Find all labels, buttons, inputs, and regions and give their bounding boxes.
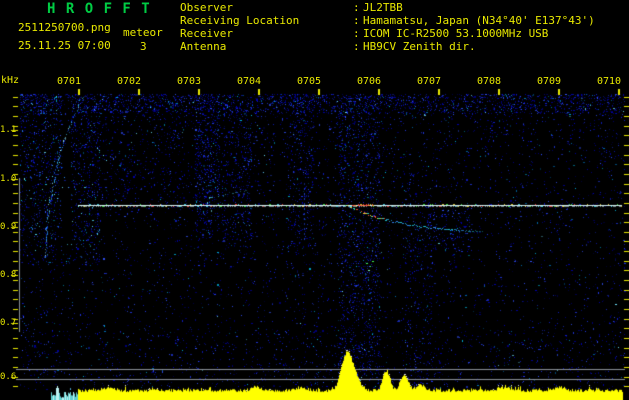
time-label-0705: 0705 (296, 76, 322, 87)
time-label-0708: 0708 (476, 76, 502, 87)
app-title: H R O F F T (47, 1, 151, 17)
freq-axis-unit-label: kHz (1, 75, 20, 86)
info-label-receiver: Receiver (180, 27, 233, 40)
mode-label: meteor (123, 26, 163, 39)
freq-label-0.7: 0.7 (0, 318, 17, 328)
info-colon: : (353, 1, 360, 14)
freq-label-1.1: 1.1 (0, 125, 17, 135)
time-label-0710: 0710 (596, 76, 622, 87)
time-label-0709: 0709 (536, 76, 562, 87)
time-label-0707: 0707 (416, 76, 442, 87)
freq-label-0.9: 0.9 (0, 222, 17, 232)
time-label-0706: 0706 (356, 76, 382, 87)
info-value-observer: JL2TBB (363, 1, 403, 14)
spectrogram-canvas (0, 0, 629, 400)
info-label-observer: Observer (180, 1, 233, 14)
info-label-location: Receiving Location (180, 14, 300, 27)
time-label-0702: 0702 (116, 76, 142, 87)
station-info-block: Observer: JL2TBB Receiving Location: Hamama… (180, 1, 595, 53)
time-label-0703: 0703 (176, 76, 202, 87)
info-colon: : (353, 14, 360, 27)
info-row-receiver: Receiver: ICOM IC-R2500 53.1000MHz USB (180, 27, 595, 40)
time-label-0704: 0704 (236, 76, 262, 87)
observation-datetime: 25.11.25 07:00 (18, 39, 111, 52)
info-colon: : (353, 40, 360, 53)
time-label-0701: 0701 (56, 76, 82, 87)
info-label-antenna: Antenna (180, 40, 227, 53)
info-row-antenna: Antenna: HB9CV Zenith dir. (180, 40, 595, 53)
freq-label-0.6: 0.6 (0, 372, 17, 382)
freq-label-0.8: 0.8 (0, 270, 17, 280)
info-value-location: Hamamatsu, Japan (N34°40' E137°43') (363, 14, 595, 27)
info-row-observer: Observer: JL2TBB (180, 1, 595, 14)
info-colon: : (353, 27, 360, 40)
meteor-count: 3 (140, 40, 147, 53)
info-value-antenna: HB9CV Zenith dir. (363, 40, 476, 53)
info-value-receiver: ICOM IC-R2500 53.1000MHz USB (363, 27, 549, 40)
freq-label-1.0: 1.0 (0, 174, 17, 184)
hrofft-output-image: H R O F F T 2511250700.png meteor 25.11.… (0, 0, 629, 400)
info-row-location: Receiving Location: Hamamatsu, Japan (N34… (180, 14, 595, 27)
output-filename: 2511250700.png (18, 21, 111, 34)
